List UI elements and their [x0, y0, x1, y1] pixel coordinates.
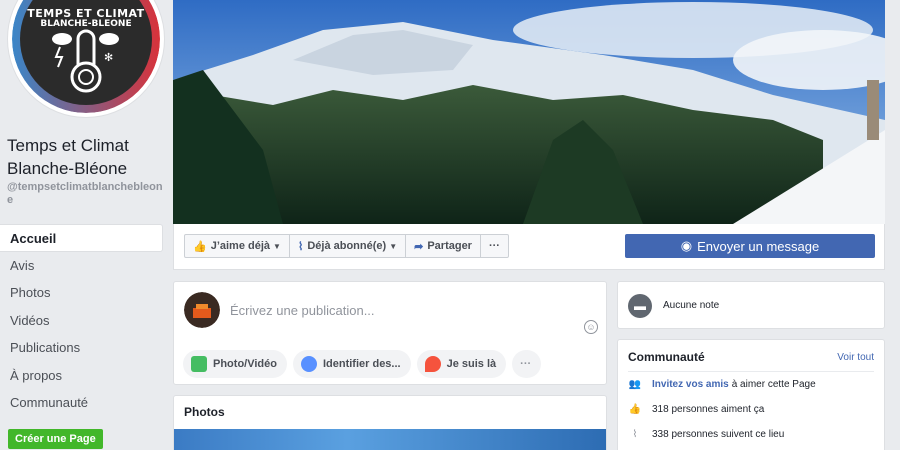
ellipsis-icon: ···	[520, 358, 532, 370]
nav-item-accueil[interactable]: Accueil	[0, 224, 163, 252]
location-pin-icon	[424, 356, 441, 372]
likes-count-row: 👍 318 personnes aiment ça	[628, 404, 765, 415]
photo-icon	[191, 356, 207, 372]
composer-actions: Photo/Vidéo Identifier des... Je suis là…	[183, 350, 547, 378]
emoji-icon[interactable]: ☺	[584, 320, 598, 334]
messenger-icon: ◉	[680, 238, 693, 253]
page-logo: ✻ TEMPS ET CLIMAT BLANCHE-BLEONE	[12, 0, 160, 113]
chevron-down-icon: ▼	[389, 241, 398, 251]
followers-count-text: 338 personnes suivent ce lieu	[652, 429, 785, 440]
divider	[628, 371, 874, 372]
send-message-button[interactable]: ◉ Envoyer un message	[625, 234, 875, 258]
nav-item-photos[interactable]: Photos	[0, 279, 163, 307]
nav-item-communaute[interactable]: Communauté	[0, 389, 163, 417]
more-actions-button[interactable]: ···	[481, 235, 508, 257]
post-composer: Écrivez une publication... ☺ Photo/Vidéo…	[173, 281, 607, 385]
invite-friends-icon: 👥	[628, 379, 642, 390]
write-post-input[interactable]: Écrivez une publication...	[230, 303, 375, 318]
invite-friends-link[interactable]: Invitez vos amis	[652, 379, 729, 390]
tag-people-icon	[300, 356, 317, 372]
composer-avatar	[184, 292, 220, 328]
svg-text:✻: ✻	[104, 51, 113, 64]
no-reviews-text: Aucune note	[663, 300, 720, 311]
reviews-card: ▬ Aucune note	[617, 281, 885, 329]
share-arrow-icon: ➦	[414, 240, 424, 253]
likes-count-text: 318 personnes aiment ça	[652, 404, 765, 415]
thumbs-up-icon: 👍	[193, 240, 207, 253]
nav-item-publications[interactable]: Publications	[0, 334, 163, 362]
more-options-button[interactable]: ···	[512, 350, 542, 378]
check-in-label: Je suis là	[446, 358, 497, 370]
nav-item-a-propos[interactable]: À propos	[0, 362, 163, 390]
share-button[interactable]: ➦ Partager	[406, 235, 481, 257]
invite-friends-row: 👥 Invitez vos amis à aimer cette Page	[628, 379, 816, 390]
left-column: ✻ TEMPS ET CLIMAT BLANCHE-BLEONE Temps e…	[0, 0, 172, 450]
thumbs-up-icon: 👍	[628, 404, 642, 415]
follow-button[interactable]: ⌇ Déjà abonné(e) ▼	[290, 235, 407, 257]
create-page-button[interactable]: Créer une Page	[8, 429, 103, 449]
invite-friends-text: à aimer cette Page	[731, 379, 816, 390]
page-action-bar: 👍 J’aime déjà ▼ ⌇ Déjà abonné(e) ▼ ➦ Par…	[173, 224, 885, 270]
follow-label: Déjà abonné(e)	[307, 240, 387, 252]
logo-subtitle: BLANCHE-BLEONE	[40, 19, 132, 29]
photo-video-label: Photo/Vidéo	[213, 358, 277, 370]
share-label: Partager	[427, 240, 472, 252]
rss-icon: ⌇	[297, 240, 304, 253]
like-button[interactable]: 👍 J’aime déjà ▼	[185, 235, 290, 257]
send-message-label: Envoyer un message	[697, 238, 820, 254]
photos-section: Photos	[173, 395, 607, 450]
speech-bubble-icon: ▬	[628, 294, 652, 318]
photo-thumbnail[interactable]	[174, 429, 606, 450]
cover-photo[interactable]	[173, 0, 885, 224]
see-all-link[interactable]: Voir tout	[837, 352, 874, 363]
followers-count-row: ⌇ 338 personnes suivent ce lieu	[628, 429, 785, 440]
ellipsis-icon: ···	[488, 240, 500, 252]
page-title[interactable]: Temps et Climat Blanche-Bléone	[7, 134, 167, 180]
page-navigation: Accueil Avis Photos Vidéos Publications …	[0, 224, 163, 417]
tag-people-label: Identifier des...	[322, 358, 401, 370]
rss-icon: ⌇	[632, 429, 638, 440]
community-card: Communauté Voir tout 👥 Invitez vos amis …	[617, 339, 885, 450]
like-label: J’aime déjà	[210, 240, 271, 252]
nav-item-videos[interactable]: Vidéos	[0, 307, 163, 335]
photos-heading[interactable]: Photos	[184, 405, 225, 419]
action-button-group: 👍 J’aime déjà ▼ ⌇ Déjà abonné(e) ▼ ➦ Par…	[184, 234, 509, 258]
nav-item-avis[interactable]: Avis	[0, 252, 163, 280]
check-in-button[interactable]: Je suis là	[416, 350, 507, 378]
tag-people-button[interactable]: Identifier des...	[292, 350, 411, 378]
photo-video-button[interactable]: Photo/Vidéo	[183, 350, 287, 378]
chevron-down-icon: ▼	[273, 241, 281, 251]
profile-picture[interactable]: ✻ TEMPS ET CLIMAT BLANCHE-BLEONE	[7, 0, 165, 118]
page-username[interactable]: @tempsetclimatblanchebleone	[7, 181, 167, 207]
community-heading: Communauté	[628, 350, 705, 364]
